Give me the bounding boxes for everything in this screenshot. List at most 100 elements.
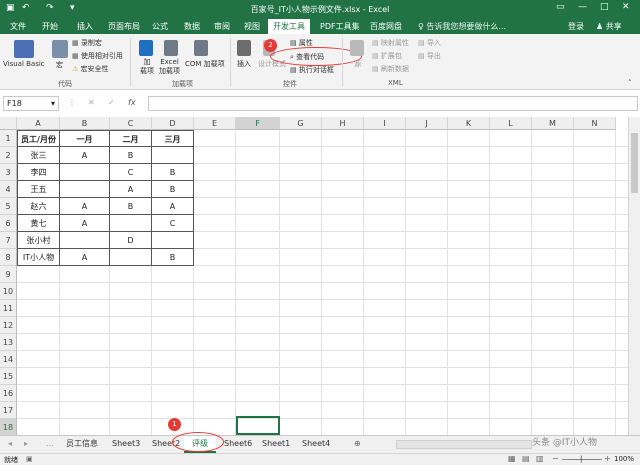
table-cell[interactable] xyxy=(152,147,194,164)
row-header[interactable]: 13 xyxy=(0,334,17,351)
row-header[interactable]: 4 xyxy=(0,181,17,198)
more-sheets-icon[interactable]: … xyxy=(46,436,54,453)
user-signin[interactable]: 登录 xyxy=(568,21,584,32)
select-all-corner[interactable] xyxy=(0,117,17,130)
tab-review[interactable]: 审阅 xyxy=(214,21,230,32)
column-header[interactable]: B xyxy=(60,117,110,130)
row-header[interactable]: 15 xyxy=(0,368,17,385)
add-sheet-icon[interactable]: ⊕ xyxy=(354,436,361,453)
row-header[interactable]: 6 xyxy=(0,215,17,232)
row-header[interactable]: 3 xyxy=(0,164,17,181)
page-layout-view-icon[interactable]: ▤ xyxy=(522,454,530,463)
horizontal-scrollbar[interactable] xyxy=(396,440,532,449)
table-cell[interactable]: D xyxy=(110,232,152,249)
insert-function-icon[interactable]: fx xyxy=(128,98,136,107)
table-cell[interactable]: 李四 xyxy=(17,164,60,181)
tab-baidu-netdisk[interactable]: 百度网盘 xyxy=(370,21,402,32)
row-header[interactable]: 5 xyxy=(0,198,17,215)
cancel-icon[interactable]: ✕ xyxy=(88,98,95,107)
scroll-left-icon[interactable]: ◂ xyxy=(8,436,12,453)
scroll-thumb[interactable] xyxy=(631,133,638,193)
table-header-cell[interactable]: 员工/月份 xyxy=(17,130,60,147)
sheet-tab-employee-info[interactable]: 员工信息 xyxy=(62,436,102,453)
tab-home[interactable]: 开始 xyxy=(42,21,58,32)
row-header[interactable]: 1 xyxy=(0,130,17,147)
page-break-view-icon[interactable]: ▥ xyxy=(536,454,544,463)
macros-button[interactable]: 宏 xyxy=(56,60,63,70)
table-cell[interactable]: IT小人物 xyxy=(17,249,60,266)
column-header[interactable]: F xyxy=(236,117,280,130)
com-addins-button[interactable]: COM 加载项 xyxy=(185,59,225,69)
row-header[interactable]: 18 xyxy=(0,419,17,435)
tab-developer[interactable]: 开发工具 xyxy=(268,19,310,34)
tab-insert[interactable]: 插入 xyxy=(77,21,93,32)
column-header[interactable]: C xyxy=(110,117,152,130)
row-header[interactable]: 2 xyxy=(0,147,17,164)
ribbon-display-icon[interactable]: ▭ xyxy=(556,2,565,12)
column-header[interactable]: E xyxy=(194,117,236,130)
name-box[interactable]: F18 ▾ xyxy=(3,96,59,111)
table-cell[interactable] xyxy=(110,249,152,266)
map-properties-button[interactable]: ▤ 映射属性 xyxy=(372,38,409,48)
row-header[interactable]: 11 xyxy=(0,300,17,317)
row-header[interactable]: 8 xyxy=(0,249,17,266)
table-cell[interactable] xyxy=(60,181,110,198)
table-cell[interactable]: B xyxy=(152,249,194,266)
refresh-data-button[interactable]: ▤ 刷新数据 xyxy=(372,64,409,74)
selected-cell-f18[interactable] xyxy=(236,416,280,435)
tell-me-box[interactable]: ♀ 告诉我您想要做什么... xyxy=(418,21,506,32)
sheet-tab-sheet6[interactable]: Sheet6 xyxy=(220,436,256,453)
import-button[interactable]: ▤ 导入 xyxy=(418,38,441,48)
tab-file[interactable]: 文件 xyxy=(10,21,26,32)
share-button[interactable]: ♟ 共享 xyxy=(596,21,622,32)
column-header[interactable]: J xyxy=(406,117,448,130)
macro-security-button[interactable]: ⚠ 宏安全性 xyxy=(72,64,109,74)
close-button[interactable]: ✕ xyxy=(622,2,630,12)
collapse-ribbon-icon[interactable]: ˄ xyxy=(628,79,632,87)
table-cell[interactable]: A xyxy=(60,249,110,266)
column-header[interactable]: A xyxy=(17,117,60,130)
addins-button[interactable]: 加 载项 xyxy=(140,58,154,76)
tab-view[interactable]: 视图 xyxy=(244,21,260,32)
table-cell[interactable]: A xyxy=(60,215,110,232)
visual-basic-button[interactable]: Visual Basic xyxy=(3,60,45,68)
xml-source-button[interactable]: 源 xyxy=(354,59,361,69)
table-cell[interactable] xyxy=(60,232,110,249)
sheet-tab-sheet3[interactable]: Sheet3 xyxy=(108,436,144,453)
table-cell[interactable]: C xyxy=(152,215,194,232)
tab-pdf-tools[interactable]: PDF工具集 xyxy=(320,21,360,32)
formula-input[interactable] xyxy=(148,96,638,111)
table-cell[interactable]: C xyxy=(110,164,152,181)
excel-addins-button[interactable]: Excel 加载项 xyxy=(159,58,180,76)
row-header[interactable]: 17 xyxy=(0,402,17,419)
relative-reference-button[interactable]: ▦ 使用相对引用 xyxy=(72,51,123,61)
sheet-tab-sheet1[interactable]: Sheet1 xyxy=(258,436,294,453)
table-cell[interactable]: B xyxy=(110,198,152,215)
column-header[interactable]: H xyxy=(322,117,364,130)
tab-data[interactable]: 数据 xyxy=(184,21,200,32)
table-header-cell[interactable]: 二月 xyxy=(110,130,152,147)
export-button[interactable]: ▤ 导出 xyxy=(418,51,441,61)
insert-control-button[interactable]: 插入 xyxy=(237,59,251,69)
scroll-right-icon[interactable]: ▸ xyxy=(24,436,28,453)
tab-formulas[interactable]: 公式 xyxy=(152,21,168,32)
zoom-level[interactable]: 100% xyxy=(614,455,634,463)
worksheet-grid[interactable]: ABCDEFGHIJKLMN 1 2 3 4 5 6 7 8 9 10 11 12 13 14 15 16 17… xyxy=(0,117,628,435)
table-cell[interactable] xyxy=(152,232,194,249)
row-header[interactable]: 9 xyxy=(0,266,17,283)
table-cell[interactable]: B xyxy=(152,181,194,198)
minimize-button[interactable]: — xyxy=(578,2,587,12)
enter-icon[interactable]: ✓ xyxy=(108,98,115,107)
table-cell[interactable]: 张小村 xyxy=(17,232,60,249)
table-cell[interactable]: 王五 xyxy=(17,181,60,198)
tab-page-layout[interactable]: 页面布局 xyxy=(108,21,140,32)
zoom-thumb[interactable]: | xyxy=(580,455,582,463)
row-header[interactable]: 7 xyxy=(0,232,17,249)
table-cell[interactable]: A xyxy=(110,181,152,198)
vertical-scrollbar[interactable] xyxy=(628,117,640,435)
normal-view-icon[interactable]: ▦ xyxy=(508,454,516,463)
row-header[interactable]: 14 xyxy=(0,351,17,368)
zoom-in-icon[interactable]: + xyxy=(604,454,611,463)
column-header[interactable]: L xyxy=(490,117,532,130)
table-header-cell[interactable]: 一月 xyxy=(60,130,110,147)
